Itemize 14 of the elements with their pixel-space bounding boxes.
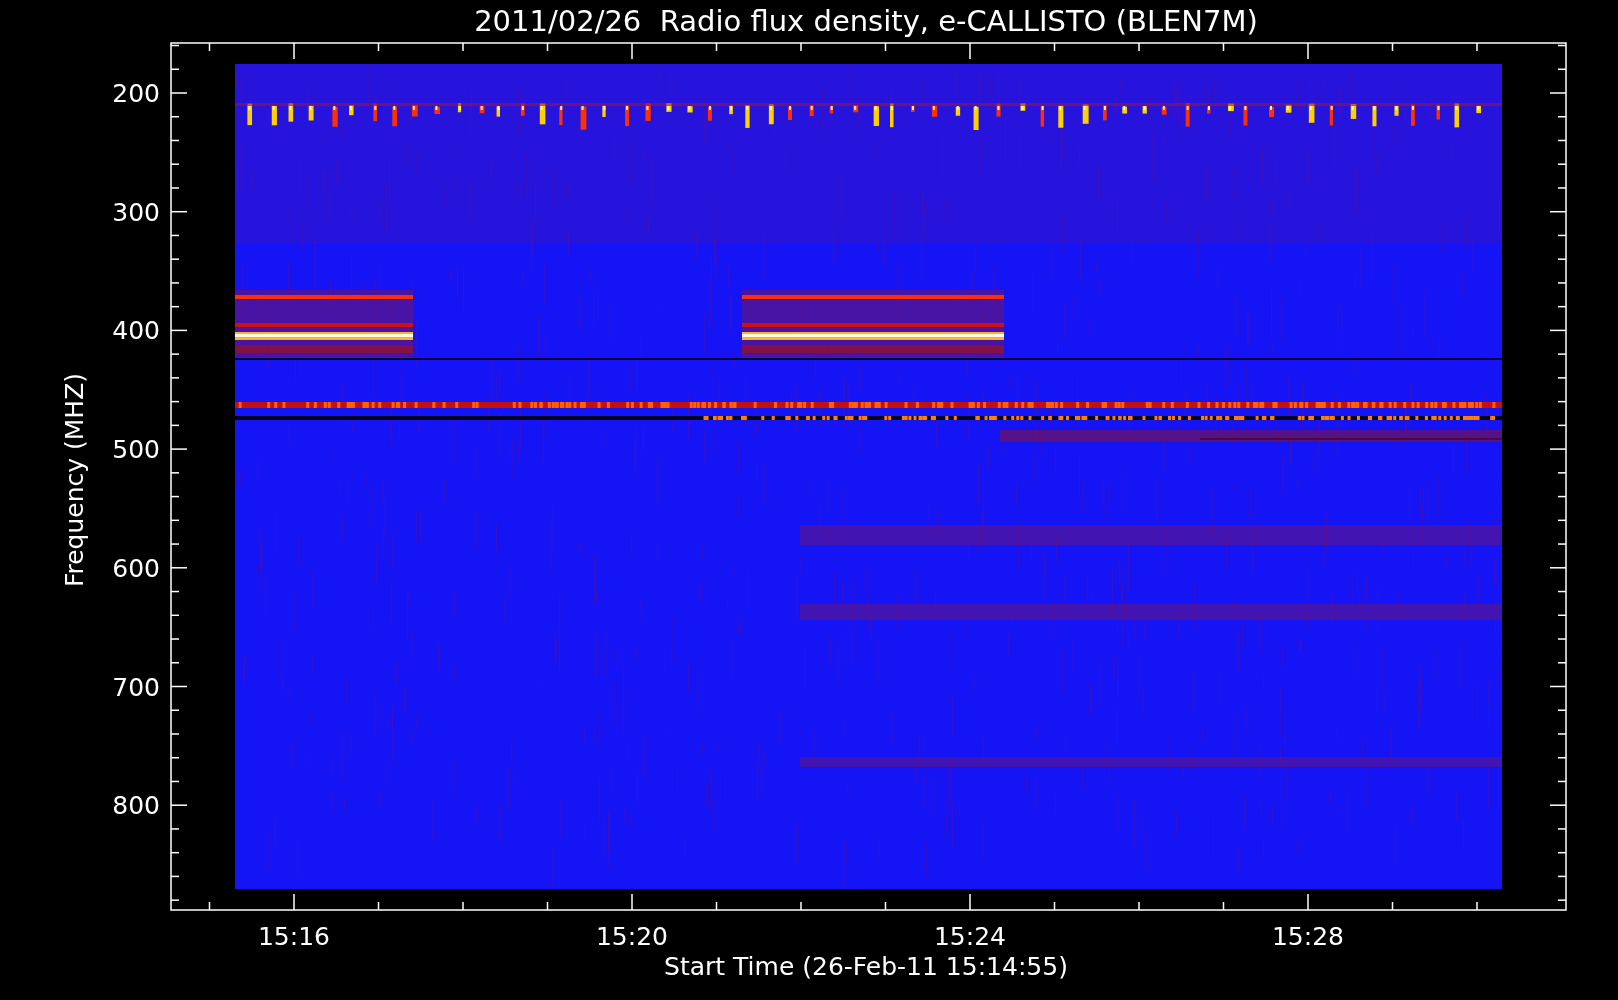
tick-label: 300 bbox=[112, 197, 160, 227]
tick-label: 200 bbox=[112, 79, 160, 108]
tick-label: 700 bbox=[112, 672, 160, 702]
tick-label: 500 bbox=[112, 435, 160, 465]
tick-label: 600 bbox=[112, 553, 160, 583]
axis-label: Start Time (26-Feb-11 15:14:55) bbox=[664, 952, 1068, 981]
tick-label: 15:24 bbox=[934, 922, 1006, 951]
tick-label: 15:20 bbox=[596, 922, 668, 951]
tick-label: 15:28 bbox=[1272, 922, 1344, 951]
tick-label: 15:16 bbox=[258, 922, 330, 951]
axis-label: Frequency (MHZ) bbox=[60, 372, 89, 588]
tick-label: 800 bbox=[112, 791, 160, 821]
tick-label: 400 bbox=[112, 316, 160, 346]
plot-title: 2011/02/26 Radio flux density, e-CALLISTO (BLEN7M) bbox=[474, 4, 1258, 38]
